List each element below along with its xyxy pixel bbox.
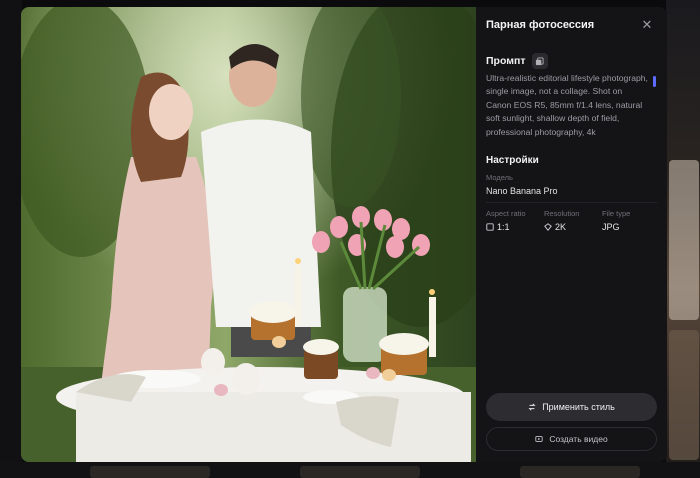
photo-illustration [21,7,476,462]
aspect-ratio-icon [486,223,494,231]
file-type-value: JPG [602,222,620,232]
prompt-header: Промпт [486,53,548,69]
background-thumbnail [520,466,640,478]
prompt-text: Ultra-realistic editorial lifestyle phot… [486,73,648,137]
aspect-ratio-label: Aspect ratio [486,209,526,218]
prompt-label: Промпт [486,55,526,67]
background-left-strip [0,0,22,478]
create-video-button[interactable]: Создать видео [486,427,657,451]
model-value: Nano Banana Pro [486,186,558,196]
video-icon [535,436,543,442]
background-thumbnail [90,466,210,478]
image-detail-modal: Парная фотосессия ✕ Промпт Ultra-realist… [21,7,667,462]
resolution-value: 2K [544,222,566,232]
swap-icon [528,403,536,411]
prompt-scrollbar[interactable] [653,76,656,87]
aspect-ratio-value: 1:1 [486,222,510,232]
apply-style-button[interactable]: Применить стиль [486,393,657,421]
details-panel: Парная фотосессия ✕ Промпт Ultra-realist… [476,7,667,462]
background-bottom-strip [0,462,700,478]
settings-divider [486,202,657,203]
modal-title: Парная фотосессия [486,19,595,31]
copy-icon[interactable] [531,53,548,69]
file-type-text: JPG [602,222,620,232]
background-thumbnail [669,330,699,460]
model-label: Модель [486,173,513,182]
resolution-label: Resolution [544,209,580,218]
apply-style-label: Применить стиль [542,402,615,412]
aspect-ratio-text: 1:1 [497,222,510,232]
create-video-label: Создать видео [549,434,608,444]
background-thumbnail [669,160,699,320]
background-gallery-column [666,0,700,478]
close-icon[interactable]: ✕ [639,17,655,33]
settings-title: Настройки [486,155,539,166]
generated-photo[interactable] [21,7,476,462]
file-type-label: File type [602,209,631,218]
diamond-icon [544,223,552,231]
resolution-text: 2K [555,222,567,232]
background-thumbnail [300,466,420,478]
